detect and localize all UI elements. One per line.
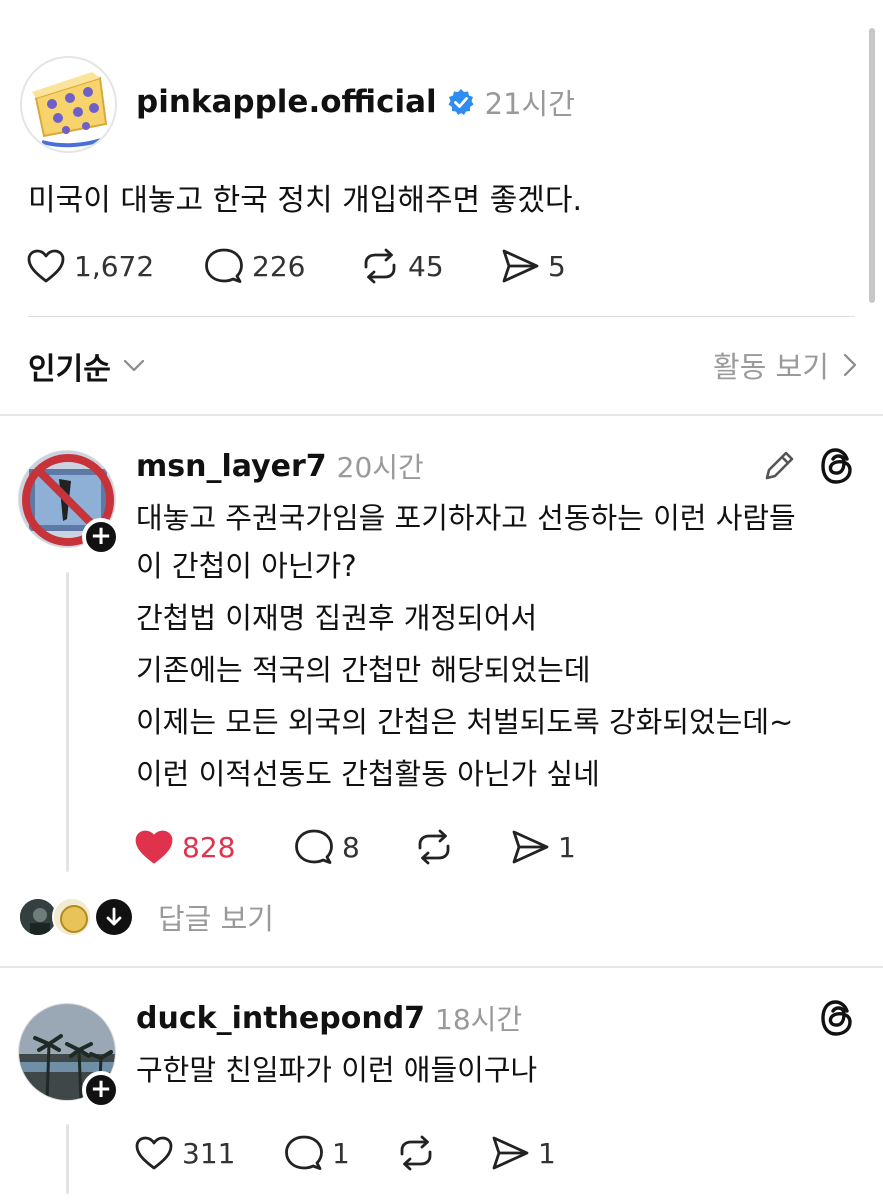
comment-count: 1 [332,1136,350,1170]
chevron-down-icon [123,359,144,372]
thread-line [66,572,69,872]
avatar[interactable] [20,56,117,153]
comment-button[interactable]: 226 [204,247,360,285]
verified-badge-icon [447,88,475,116]
post-actions: 1,672 226 45 5 [26,247,566,285]
share-count: 1 [538,1136,556,1170]
share-count: 1 [558,830,576,864]
divider [28,316,855,317]
like-count: 828 [182,830,236,864]
comment-button[interactable]: 1 [284,1134,396,1172]
post-header: pinkapple.official 21시간 [136,80,575,124]
share-count: 5 [548,249,566,283]
repost-button[interactable] [396,1134,490,1172]
reply-text-line: 이제는 모든 외국의 간첩은 처벌되도록 강화되었는데~ [136,705,794,739]
comment-bubble-icon [205,248,243,283]
comment-bubble-icon [295,829,333,864]
like-count: 1,672 [74,249,155,283]
sort-dropdown[interactable]: 인기순 [28,344,145,388]
heart-icon [135,1136,173,1170]
divider [0,966,883,968]
see-replies-button[interactable]: 답글 보기 [18,896,274,938]
see-replies-label: 답글 보기 [158,902,274,936]
heart-icon [135,830,173,864]
reply-username[interactable]: msn_layer7 [136,449,327,484]
post-text: 미국이 대놓고 한국 정치 개입해주면 좋겠다. [28,183,583,218]
reply-time: 18시간 [435,1003,523,1036]
share-button[interactable]: 1 [490,1134,556,1172]
reply-time: 20시간 [336,451,424,484]
comment-button[interactable]: 8 [294,828,414,866]
comment-bubble-icon [285,1135,323,1170]
threads-logo-icon[interactable] [819,446,857,486]
like-button[interactable]: 828 [134,829,294,865]
reply-top-icons [819,998,857,1038]
reply-text-line: 이런 이적선동도 간첩활동 아닌가 싶네 [136,757,600,791]
reply-text-line: 대놓고 주권국가임을 포기하자고 선동하는 이런 사람들 [136,501,796,535]
reply-actions: 828 8 1 [134,828,576,866]
original-post: pinkapple.official 21시간 미국이 대놓고 한국 정치 개입… [0,0,883,318]
reply-username[interactable]: duck_inthepond7 [136,1001,425,1036]
share-button[interactable]: 5 [500,247,566,285]
reply-header: msn_layer7 20시간 [136,446,424,486]
thread-line [66,1124,69,1194]
reply-text-line: 이 간첩이 아닌가? [136,549,357,583]
post-username[interactable]: pinkapple.official [136,84,437,120]
repost-button[interactable] [414,828,510,866]
like-button[interactable]: 1,672 [26,248,204,284]
follow-button[interactable]: + [82,518,120,556]
reply-text-line: 구한말 친일파가 이런 애들이구나 [136,1053,538,1087]
send-icon [512,830,549,864]
like-count: 311 [182,1136,236,1170]
repost-icon [364,248,396,284]
chevron-right-icon [843,353,857,377]
reply-text-line: 간첩법 이재명 집권후 개정되어서 [136,601,538,635]
repost-count: 45 [408,249,444,283]
sort-bar: 인기순 활동 보기 [0,318,883,414]
follow-button[interactable]: + [82,1071,120,1109]
reply-actions: 311 1 1 [134,1134,556,1172]
repost-icon [400,1135,432,1171]
comment-count: 8 [342,830,360,864]
reply-text-line: 기존에는 적국의 간첩만 해당되었는데 [136,653,591,687]
repost-icon [418,829,450,865]
repost-button[interactable]: 45 [360,247,500,285]
comment-count: 226 [252,249,306,283]
threads-logo-icon[interactable] [819,998,857,1038]
send-icon [492,1136,529,1170]
avatar [52,897,92,937]
activity-link[interactable]: 활동 보기 [713,344,857,386]
divider [0,414,883,416]
sort-label: 인기순 [28,352,111,387]
activity-link-label: 활동 보기 [713,350,829,384]
reply-header: duck_inthepond7 18시간 [136,998,522,1038]
post-time: 21시간 [484,87,575,121]
like-button[interactable]: 311 [134,1135,284,1171]
share-button[interactable]: 1 [510,828,576,866]
heart-icon [27,249,65,283]
down-arrow-icon [96,899,132,935]
pencil-icon[interactable] [761,448,797,484]
cheese-avatar-image [22,58,115,151]
send-icon [502,249,539,283]
reply-top-icons [761,446,857,486]
